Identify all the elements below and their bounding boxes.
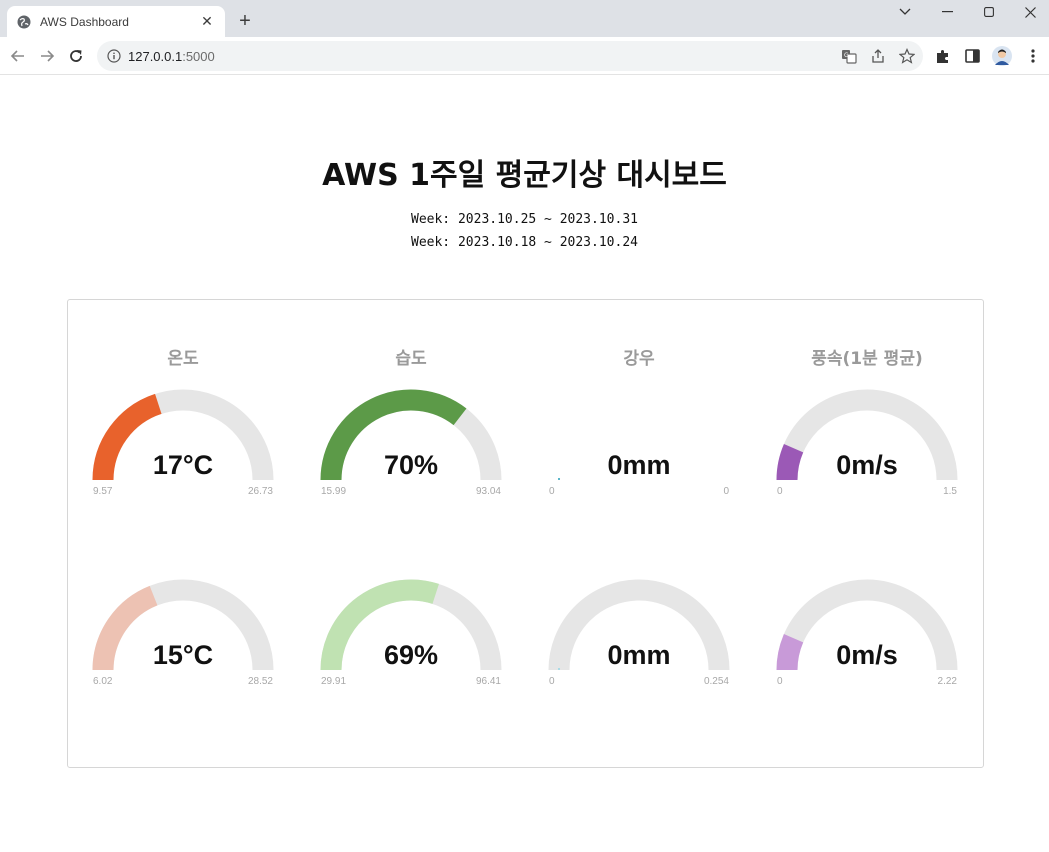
gauge-min-label: 9.57 [93, 486, 113, 497]
gauge-value: 17°C [152, 450, 214, 480]
gauge-max-label: 26.73 [247, 486, 273, 497]
svg-text:G: G [844, 52, 849, 59]
translate-icon[interactable]: G [841, 48, 857, 64]
gauge-rain-current: 0mm 0 0 [525, 378, 753, 558]
forward-arrow-icon[interactable] [35, 44, 59, 68]
gauge-humidity-previous: 69% 29.91 96.41 [297, 568, 525, 748]
gauge-min-label: 0 [777, 676, 783, 687]
back-arrow-icon[interactable] [6, 44, 30, 68]
temperature-label: 온도 [167, 349, 199, 369]
browser-toolbar: 127.0.0.1:5000 G [0, 37, 1049, 75]
gauge-humidity-current: 70% 15.99 93.04 [297, 378, 525, 558]
gauge-value: 0m/s [836, 640, 898, 670]
gauge-min-label: 29.91 [321, 676, 347, 687]
gauge-value: 0mm [607, 450, 671, 480]
close-tab-icon[interactable]: ✕ [199, 13, 215, 30]
gauge-wind-previous: 0m/s 0 2.22 [753, 568, 981, 748]
new-tab-button[interactable]: + [233, 9, 257, 33]
gauge-value: 69% [383, 640, 439, 670]
bookmark-star-icon[interactable] [898, 48, 916, 64]
globe-icon [17, 15, 31, 29]
gauge-max-label: 0.254 [703, 676, 729, 687]
gauge-max-label: 1.5 [943, 486, 957, 497]
tab-search-chevron-icon[interactable] [884, 0, 926, 24]
gauge-value: 70% [383, 450, 439, 480]
week-range-previous: Week: 2023.10.18 ~ 2023.10.24 [411, 235, 638, 250]
gauge-max-label: 93.04 [475, 486, 501, 497]
gauge-card: 온도 습도 강우 풍속(1분 평균) 17°C 9.57 26.73 70% 15.99… [67, 299, 984, 768]
gauge-min-label: 6.02 [93, 676, 113, 687]
humidity-label: 습도 [395, 349, 427, 369]
gauge-max-label: 0 [723, 486, 729, 497]
minimize-button[interactable] [926, 0, 968, 24]
profile-avatar[interactable] [992, 46, 1012, 66]
url-host: 127.0.0.1 [128, 49, 183, 64]
page-title: AWS 1주일 평균기상 대시보드 [322, 158, 727, 193]
address-bar[interactable]: 127.0.0.1:5000 G [97, 41, 923, 71]
gauge-value: 15°C [152, 640, 214, 670]
gauge-max-label: 28.52 [247, 676, 273, 687]
gauge-value: 0mm [607, 640, 671, 670]
share-icon[interactable] [870, 48, 886, 64]
extensions-puzzle-icon[interactable] [934, 47, 952, 65]
week-range-current: Week: 2023.10.25 ~ 2023.10.31 [411, 212, 638, 227]
side-panel-icon[interactable] [963, 47, 981, 65]
gauge-min-label: 0 [549, 486, 555, 497]
gauge-max-label: 2.22 [937, 676, 957, 687]
gauge-value: 0m/s [836, 450, 898, 480]
gauge-min-label: 15.99 [321, 486, 347, 497]
gauge-wind-current: 0m/s 0 1.5 [753, 378, 981, 558]
close-window-button[interactable] [1009, 0, 1049, 24]
gauge-temp-current: 17°C 9.57 26.73 [69, 378, 297, 558]
menu-kebab-icon[interactable] [1024, 47, 1042, 65]
maximize-button[interactable] [968, 0, 1010, 24]
gauge-min-label: 0 [549, 676, 555, 687]
gauge-temp-previous: 15°C 6.02 28.52 [69, 568, 297, 748]
rainfall-label: 강우 [623, 349, 655, 369]
reload-icon[interactable] [64, 44, 88, 68]
gauge-rain-previous: 0mm 0 0.254 [525, 568, 753, 748]
url-port: :5000 [182, 49, 215, 64]
gauge-max-label: 96.41 [475, 676, 501, 687]
site-info-icon[interactable] [107, 49, 121, 63]
url-text[interactable]: 127.0.0.1:5000 [128, 49, 215, 64]
tab-aws-dashboard[interactable]: AWS Dashboard ✕ [7, 6, 225, 37]
gauge-min-label: 0 [777, 486, 783, 497]
wind-speed-label: 풍속(1분 평균) [811, 349, 923, 369]
tab-strip: AWS Dashboard ✕ + [0, 0, 1049, 37]
tab-title: AWS Dashboard [40, 14, 129, 29]
